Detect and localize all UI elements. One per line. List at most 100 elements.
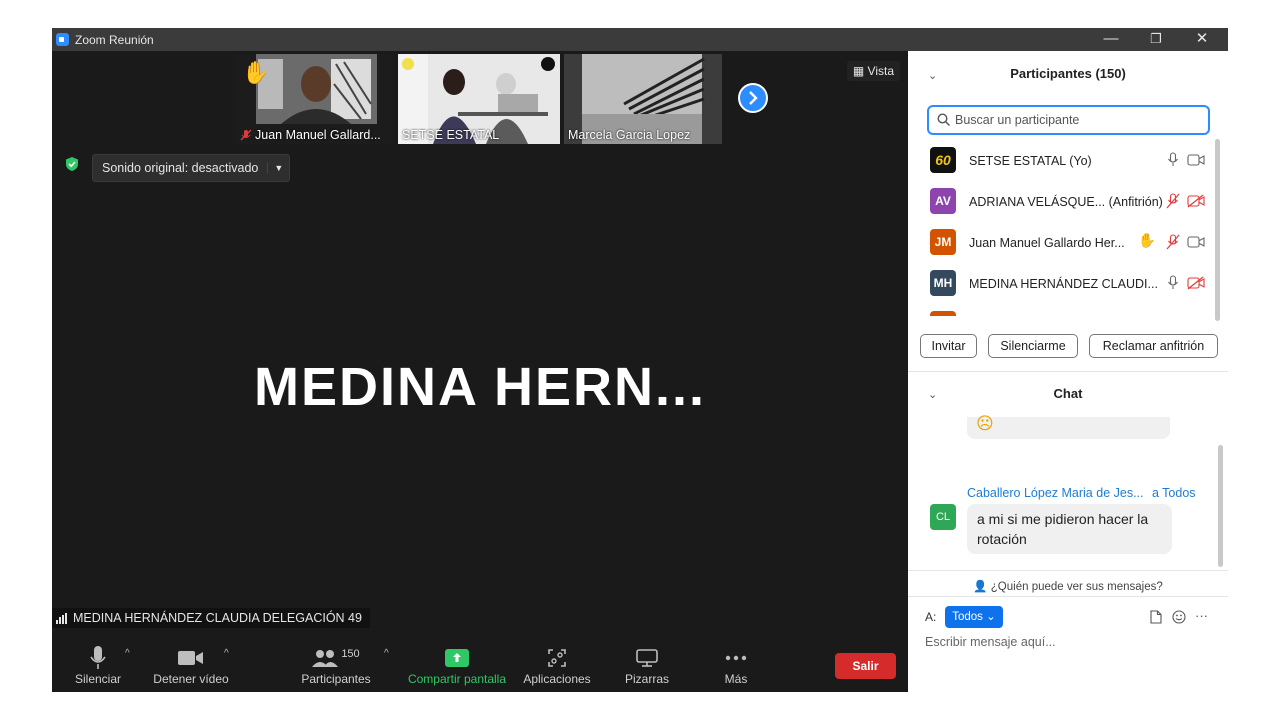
mute-label: Silenciar (74, 672, 122, 686)
participant-thumbnail[interactable]: ✋ Juan Manuel Gallard... (236, 54, 393, 144)
sad-emoji-icon: ☹ (976, 414, 994, 433)
recipient-dropdown[interactable]: Todos ⌄ (945, 606, 1003, 628)
audio-options-caret-icon[interactable]: ^ (125, 648, 130, 659)
video-camera-icon[interactable] (1187, 154, 1205, 166)
original-sound-label: Sonido original: desactivado (102, 161, 259, 175)
participants-icon (312, 650, 339, 667)
chevron-right-icon (749, 91, 758, 105)
participant-name: SETSE ESTATAL (Yo) (969, 154, 1092, 168)
invite-button[interactable]: Invitar (920, 334, 977, 358)
participants-button[interactable]: 150 Participantes (300, 644, 372, 686)
raised-hand-icon: ✋ (242, 60, 270, 85)
user-lock-icon: 👤 (973, 581, 988, 593)
signal-bars-icon (56, 612, 67, 624)
active-speaker-label: MEDINA HERNÁNDEZ CLAUDIA DELEGACIÓN 49 (52, 608, 370, 628)
stop-video-label: Detener vídeo (153, 672, 229, 686)
participant-row[interactable]: AV ADRIANA VELÁSQUE... (Anfitrión) (908, 182, 1218, 223)
who-can-see-messages[interactable]: 👤 ¿Quién puede ver sus mensajes? (908, 579, 1228, 593)
claim-host-button[interactable]: Reclamar anfitrión (1089, 334, 1218, 358)
chat-scrollbar[interactable] (1218, 445, 1223, 567)
avatar: JM (930, 229, 956, 255)
avatar: AV (930, 188, 956, 214)
microphone-icon[interactable] (1167, 275, 1179, 291)
avatar (930, 311, 956, 316)
who-can-see-label: ¿Quién puede ver sus mensajes? (990, 581, 1163, 593)
participant-name: Juan Manuel Gallardo Her... (969, 236, 1125, 250)
zoom-logo-icon (56, 33, 69, 46)
participant-thumbnail[interactable]: Marcela Garcia Lopez (564, 54, 722, 144)
video-camera-icon[interactable] (1187, 236, 1205, 248)
shield-check-icon[interactable] (65, 157, 79, 171)
participant-row[interactable]: 60 SETSE ESTATAL (Yo) (908, 141, 1218, 182)
participant-list: 60 SETSE ESTATAL (Yo) AV ADRIANA VELÁSQU… (908, 141, 1218, 316)
mic-muted-icon[interactable] (1165, 193, 1181, 209)
participant-list-scrollbar[interactable] (1215, 139, 1220, 321)
apps-label: Aplicaciones (523, 672, 591, 686)
more-label: Más (724, 672, 748, 686)
caret-down-icon[interactable]: ▼ (267, 163, 289, 173)
participants-options-caret-icon[interactable]: ^ (384, 648, 389, 659)
search-input[interactable] (953, 112, 1207, 128)
participant-row[interactable] (908, 305, 1218, 316)
mute-me-button[interactable]: Silenciarme (988, 334, 1078, 358)
chat-message-bubble: ☹ (967, 414, 1170, 439)
file-icon[interactable] (1150, 610, 1162, 624)
panel-divider (908, 570, 1228, 571)
grid-icon: ▦ (852, 64, 865, 78)
apps-button[interactable]: Aplicaciones (520, 644, 594, 686)
avatar: CL (930, 504, 956, 530)
participant-name: ADRIANA VELÁSQUE... (Anfitrión) (969, 195, 1163, 209)
original-sound-toggle[interactable]: Sonido original: desactivado ▼ (92, 154, 291, 182)
chat-message-text: a mi si me pidieron hacer la rotación (977, 511, 1149, 547)
stop-video-button[interactable]: Detener vídeo (152, 644, 230, 686)
participants-label: Participantes (301, 672, 371, 686)
maximize-button[interactable]: ❐ (1133, 28, 1179, 51)
microphone-icon (90, 646, 106, 669)
close-button[interactable]: ✕ (1179, 28, 1225, 51)
next-page-button[interactable] (738, 83, 768, 113)
title-bar: Zoom Reunión — ❐ ✕ (52, 28, 1228, 51)
meeting-toolbar: Silenciar ^ Detener vídeo ^ 150 Particip… (52, 638, 908, 692)
panel-divider (908, 371, 1228, 372)
participants-count: 150 (341, 648, 360, 660)
side-panel: ⌄ Participantes (150) 60 SETSE ESTATAL (… (908, 51, 1228, 692)
video-off-icon[interactable] (1187, 276, 1205, 290)
share-screen-label: Compartir pantalla (407, 672, 507, 686)
chat-message-bubble: a mi si me pidieron hacer la rotación (967, 504, 1172, 554)
panel-divider (908, 596, 1228, 597)
zoom-window: Zoom Reunión — ❐ ✕ ✋ Juan Manuel Gallard… (52, 28, 1228, 692)
active-speaker-label-text: MEDINA HERNÁNDEZ CLAUDIA DELEGACIÓN 49 (73, 611, 362, 625)
avatar: 60 (930, 147, 956, 173)
more-button[interactable]: Más (716, 644, 756, 686)
whiteboards-button[interactable]: Pizarras (618, 644, 676, 686)
whiteboards-label: Pizarras (624, 672, 669, 686)
mute-button[interactable]: Silenciar (72, 644, 124, 686)
recipient-label: A: (925, 610, 937, 624)
meeting-stage: ✋ Juan Manuel Gallard... SETSE ESTATAL M… (52, 51, 908, 692)
video-off-icon[interactable] (1187, 194, 1205, 208)
raised-hand-icon: ✋ (1138, 232, 1156, 248)
view-button[interactable]: ▦ Vista (846, 61, 900, 81)
thumbnail-name: Juan Manuel Gallard... (240, 128, 381, 142)
minimize-button[interactable]: — (1088, 28, 1134, 51)
participant-row[interactable]: JM Juan Manuel Gallardo Her... ✋ (908, 223, 1218, 264)
emoji-icon[interactable] (1172, 610, 1186, 624)
chat-message-input[interactable]: Escribir mensaje aquí... (925, 635, 1056, 649)
microphone-icon[interactable] (1167, 152, 1179, 168)
participant-thumbnail[interactable]: SETSE ESTATAL (398, 54, 560, 144)
participants-title: Participantes (150) (1010, 66, 1126, 81)
search-icon (937, 113, 950, 126)
participant-name: MEDINA HERNÁNDEZ CLAUDI... (969, 277, 1158, 291)
sender-name[interactable]: Caballero López Maria de Jes... (967, 486, 1143, 500)
apps-icon (548, 649, 566, 667)
participant-row[interactable]: MH MEDINA HERNÁNDEZ CLAUDI... (908, 264, 1218, 305)
message-recipient: a Todos (1151, 486, 1196, 500)
leave-button[interactable]: Salir (835, 653, 896, 679)
video-options-caret-icon[interactable]: ^ (224, 648, 229, 659)
participant-search[interactable] (927, 105, 1210, 135)
mic-muted-icon[interactable] (1165, 234, 1181, 250)
share-screen-button[interactable]: Compartir pantalla (407, 644, 507, 686)
active-speaker-name: MEDINA HERN... (253, 357, 706, 417)
more-dots-icon (725, 655, 747, 661)
more-options-icon[interactable]: ··· (1195, 608, 1208, 623)
